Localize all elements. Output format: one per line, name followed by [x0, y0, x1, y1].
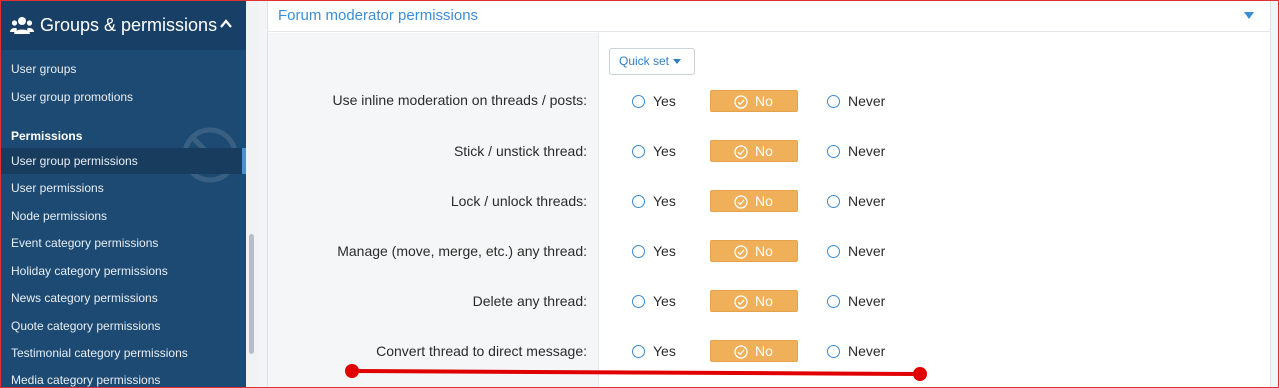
sidebar-item-user-groups[interactable]: User groups: [0, 56, 246, 82]
check-circle-icon: [734, 195, 748, 209]
sidebar-header-title: Groups & permissions: [40, 14, 218, 35]
sidebar-item-label: User permissions: [11, 181, 104, 195]
radio-never-label[interactable]: Never: [848, 343, 885, 359]
radio-never-label[interactable]: Never: [848, 293, 885, 309]
panel-title: Forum moderator permissions: [278, 7, 479, 24]
radio-no-label: No: [755, 343, 773, 359]
permissions-panel: Forum moderator permissions Quick set Us…: [267, 0, 1271, 388]
check-circle-icon: [734, 345, 748, 359]
sidebar-item-label: Event category permissions: [11, 236, 159, 250]
radio-never[interactable]: [827, 245, 840, 258]
permission-label: Use inline moderation on threads / posts…: [332, 92, 587, 108]
panel-header[interactable]: Forum moderator permissions: [268, 0, 1270, 32]
radio-no-selected[interactable]: No: [710, 340, 798, 362]
permission-label: Convert thread to direct message:: [376, 343, 587, 359]
check-circle-icon: [734, 145, 748, 159]
sidebar-item-news-category-permissions[interactable]: News category permissions: [0, 285, 246, 311]
radio-no-label: No: [755, 143, 773, 159]
radio-never-label[interactable]: Never: [848, 243, 885, 259]
permission-label: Lock / unlock threads:: [450, 193, 587, 209]
sidebar-item-label: Quote category permissions: [11, 319, 161, 333]
radio-no-selected[interactable]: No: [710, 190, 798, 212]
radio-no-selected[interactable]: No: [710, 140, 798, 162]
radio-never[interactable]: [827, 145, 840, 158]
radio-yes-label[interactable]: Yes: [653, 343, 676, 359]
caret-down-icon[interactable]: [1244, 12, 1254, 20]
radio-never[interactable]: [827, 195, 840, 208]
radio-no-selected[interactable]: No: [710, 90, 798, 112]
radio-yes[interactable]: [632, 145, 645, 158]
sidebar-item-testimonial-category-permissions[interactable]: Testimonial category permissions: [0, 340, 246, 366]
radio-never-label[interactable]: Never: [848, 93, 885, 109]
radio-no-selected[interactable]: No: [710, 290, 798, 312]
permission-label: Manage (move, merge, etc.) any thread:: [337, 243, 587, 259]
radio-yes-label[interactable]: Yes: [653, 243, 676, 259]
sidebar-item-user-group-permissions[interactable]: User group permissions: [0, 148, 246, 174]
radio-yes[interactable]: [632, 195, 645, 208]
sidebar-item-label: User group promotions: [11, 90, 134, 104]
sidebar-item-quote-category-permissions[interactable]: Quote category permissions: [0, 313, 246, 339]
sidebar-item-holiday-category-permissions[interactable]: Holiday category permissions: [0, 258, 246, 284]
radio-never[interactable]: [827, 295, 840, 308]
check-circle-icon: [734, 295, 748, 309]
sidebar-item-node-permissions[interactable]: Node permissions: [0, 203, 246, 229]
radio-no-label: No: [755, 193, 773, 209]
radio-never-label[interactable]: Never: [848, 193, 885, 209]
label-column: [268, 33, 599, 388]
sidebar-item-user-permissions[interactable]: User permissions: [0, 175, 246, 201]
radio-yes-label[interactable]: Yes: [653, 93, 676, 109]
sidebar-item-media-category-permissions[interactable]: Media category permissions: [0, 367, 246, 388]
radio-no-label: No: [755, 243, 773, 259]
sidebar-item-event-category-permissions[interactable]: Event category permissions: [0, 230, 246, 256]
sidebar-section-permissions: Permissions: [11, 129, 83, 143]
radio-yes[interactable]: [632, 95, 645, 108]
sidebar-item-label: News category permissions: [11, 291, 158, 305]
sidebar: Groups & permissions User groups User gr…: [0, 0, 246, 388]
radio-no-selected[interactable]: No: [710, 240, 798, 262]
radio-yes[interactable]: [632, 345, 645, 358]
radio-yes[interactable]: [632, 245, 645, 258]
caret-down-icon: [673, 59, 682, 65]
sidebar-header[interactable]: Groups & permissions: [0, 0, 246, 50]
radio-never[interactable]: [827, 95, 840, 108]
sidebar-item-label: Holiday category permissions: [11, 264, 168, 278]
sidebar-item-label: Media category permissions: [11, 373, 161, 387]
sidebar-item-label: Node permissions: [11, 209, 108, 223]
quick-set-label: Quick set: [619, 54, 670, 68]
sidebar-item-label: User groups: [11, 62, 77, 76]
sidebar-item-label: User group permissions: [11, 154, 138, 168]
radio-never[interactable]: [827, 345, 840, 358]
radio-yes[interactable]: [632, 295, 645, 308]
radio-yes-label[interactable]: Yes: [653, 193, 676, 209]
permission-label: Delete any thread:: [472, 293, 587, 309]
radio-yes-label[interactable]: Yes: [653, 293, 676, 309]
scrollbar-thumb[interactable]: [249, 234, 254, 354]
check-circle-icon: [734, 245, 748, 259]
check-circle-icon: [734, 95, 748, 109]
radio-no-label: No: [755, 93, 773, 109]
permission-label: Stick / unstick thread:: [453, 143, 587, 159]
quick-set-button[interactable]: Quick set: [609, 48, 695, 75]
sidebar-item-user-group-promotions[interactable]: User group promotions: [0, 84, 246, 110]
radio-no-label: No: [755, 293, 773, 309]
radio-never-label[interactable]: Never: [848, 143, 885, 159]
radio-yes-label[interactable]: Yes: [653, 143, 676, 159]
sidebar-scrollbar[interactable]: [246, 0, 257, 388]
chevron-up-icon[interactable]: [220, 18, 232, 30]
sidebar-item-label: Testimonial category permissions: [11, 346, 188, 360]
users-icon: [10, 17, 34, 34]
